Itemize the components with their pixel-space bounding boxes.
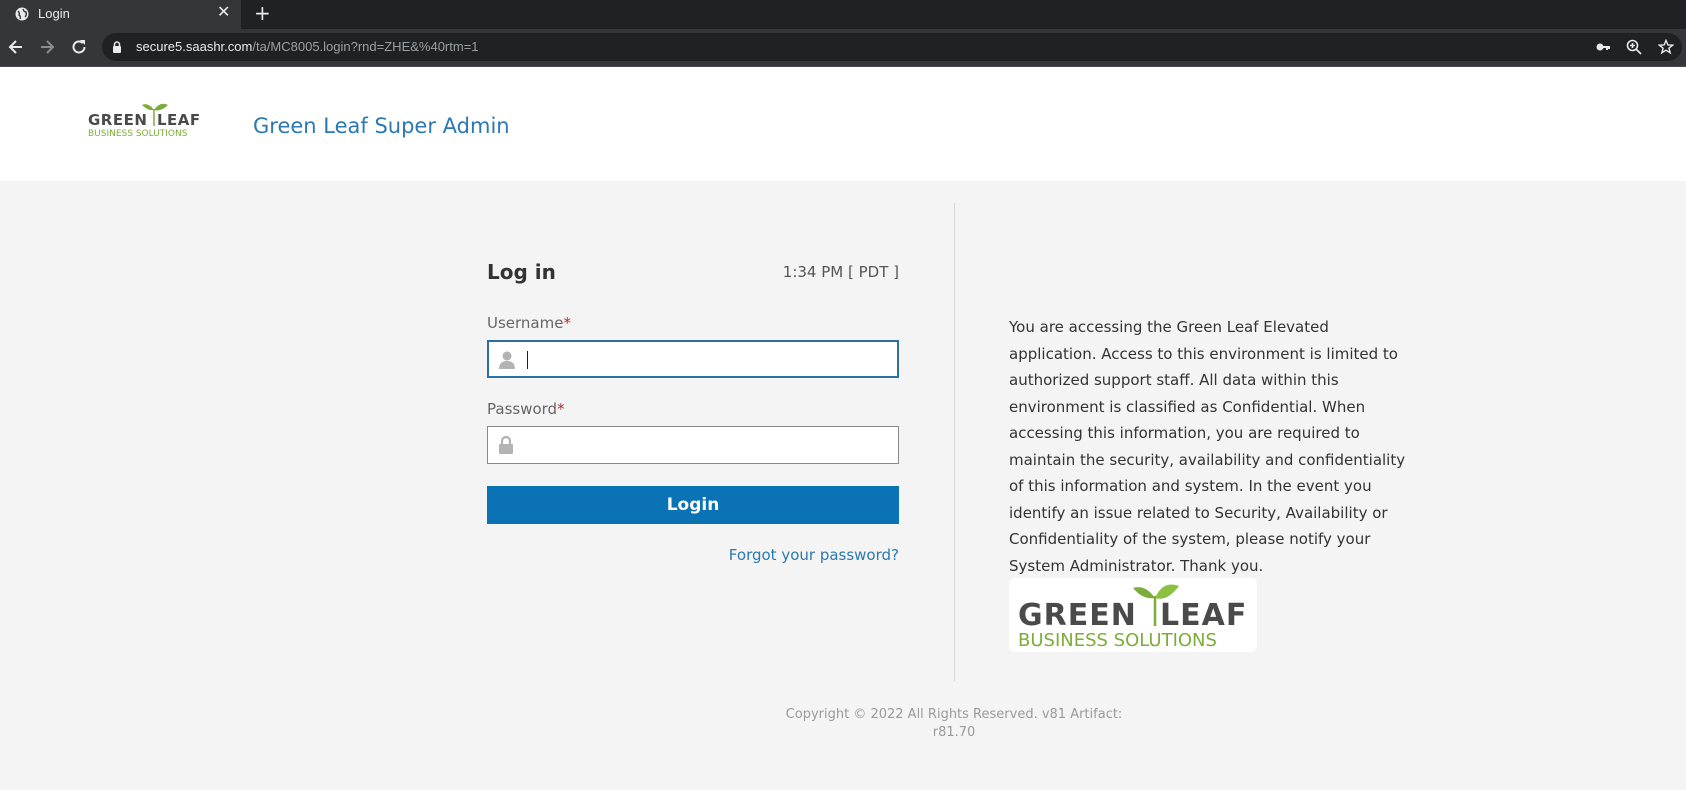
logo-text-top: GREEN [88,111,147,129]
browser-toolbar: secure5.saashr.com/ta/MC8005.login?rnd=Z… [0,29,1686,67]
username-input[interactable] [525,346,885,374]
username-label-text: Username [487,314,564,332]
username-label: Username* [487,314,571,332]
password-input[interactable] [524,431,884,459]
svg-text:GREEN: GREEN [1018,598,1137,633]
url-host: secure5.saashr.com [136,39,253,54]
version-text: r81.70 [932,725,976,740]
user-icon [499,351,515,369]
green-leaf-logo: GREEN LEAF BUSINESS SOLUTIONS [88,103,201,138]
tab-title: Login [38,6,70,21]
plus-icon[interactable]: + [254,3,271,23]
text-caret [527,351,528,369]
address-bar[interactable]: secure5.saashr.com/ta/MC8005.login?rnd=Z… [102,33,1682,61]
svg-text:LEAF: LEAF [157,111,201,129]
svg-text:BUSINESS SOLUTIONS: BUSINESS SOLUTIONS [1018,630,1217,651]
browser-tab[interactable]: Login ✕ [0,0,241,29]
forward-icon[interactable] [38,38,56,56]
security-notice: You are accessing the Green Leaf Elevate… [1009,318,1406,575]
globe-icon [15,7,29,21]
url-path: /ta/MC8005.login?rnd=ZHE&%40rtm=1 [252,39,479,54]
green-leaf-logo-graphic: GREEN LEAF BUSINESS SOLUTIONS [1018,584,1247,651]
back-icon[interactable] [7,38,25,56]
required-mark: * [557,400,565,418]
password-label-text: Password [487,400,558,418]
login-button[interactable]: Login [487,486,899,524]
column-divider [954,203,955,681]
key-icon[interactable] [1595,39,1611,55]
footer: Copyright © 2022 All Rights Reserved. v8… [740,706,1168,742]
browser-tab-strip: Login ✕ + [0,0,1686,29]
star-icon[interactable] [1658,39,1674,55]
zoom-icon[interactable] [1626,39,1642,55]
required-mark: * [563,314,571,332]
lock-icon[interactable] [112,41,122,53]
reload-icon[interactable] [70,38,88,56]
close-icon[interactable]: ✕ [217,5,230,21]
page-header: GREEN LEAF BUSINESS SOLUTIONS Green Leaf… [0,67,1686,181]
logo-text-bottom: BUSINESS SOLUTIONS [88,129,188,138]
login-time: 1:34 PM [ PDT ] [782,263,899,281]
padlock-icon [499,435,513,454]
green-leaf-logo-large: GREEN LEAF BUSINESS SOLUTIONS [1009,578,1257,652]
url-text[interactable]: secure5.saashr.com/ta/MC8005.login?rnd=Z… [136,39,479,54]
password-label: Password* [487,400,565,418]
forgot-password-link[interactable]: Forgot your password? [729,546,899,564]
copyright-text: Copyright © 2022 All Rights Reserved. v8… [785,707,1123,722]
app-title: Green Leaf Super Admin [253,114,510,138]
username-field[interactable] [487,340,899,378]
svg-text:LEAF: LEAF [1160,598,1247,633]
password-field[interactable] [487,426,899,464]
login-title: Log in [487,260,556,284]
